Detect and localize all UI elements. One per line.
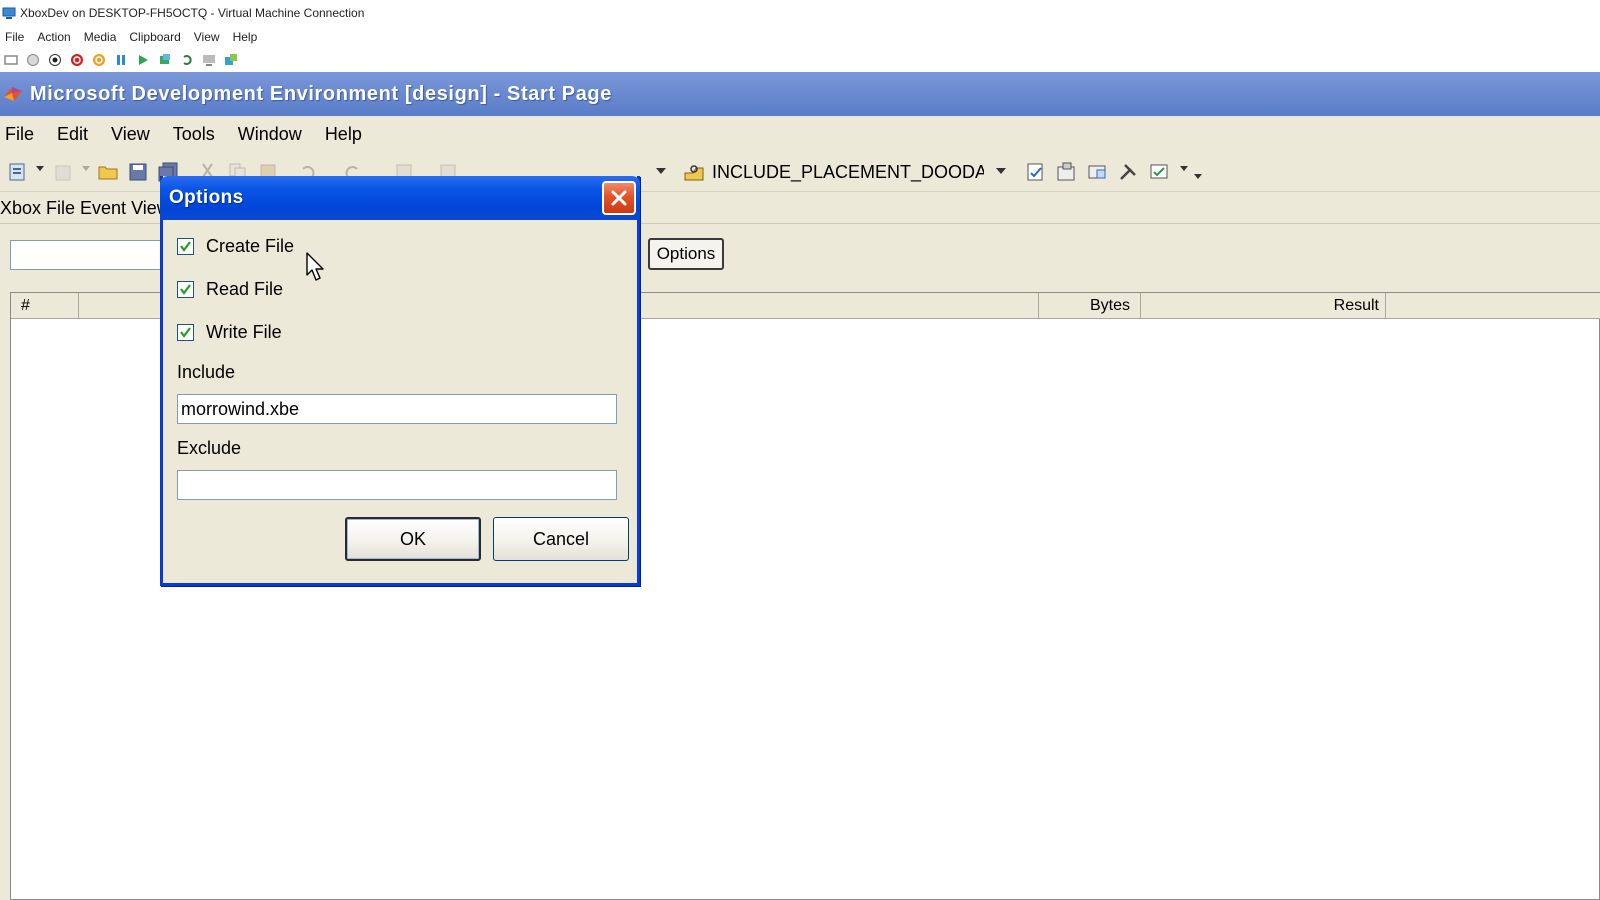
add-item-dropdown-icon[interactable] bbox=[82, 166, 90, 171]
find-combo[interactable]: INCLUDE_PLACEMENT_DOODAD bbox=[712, 158, 1010, 186]
save-state-icon[interactable] bbox=[90, 51, 108, 69]
find-combo-value: INCLUDE_PLACEMENT_DOODAD bbox=[712, 161, 984, 182]
checkmark-icon bbox=[180, 283, 191, 295]
read-file-label: Read File bbox=[206, 278, 284, 299]
options-dialog-title: Options bbox=[169, 187, 244, 208]
enhanced-session-icon[interactable] bbox=[200, 51, 218, 69]
turn-off-icon[interactable] bbox=[46, 51, 64, 69]
ide-menu-edit[interactable]: Edit bbox=[57, 124, 88, 145]
write-file-checkbox[interactable] bbox=[177, 323, 194, 341]
read-file-checkbox[interactable] bbox=[177, 280, 194, 298]
ide-logo-icon bbox=[4, 87, 22, 101]
options-dialog-title-bar[interactable]: Options bbox=[160, 176, 640, 220]
open-folder-icon[interactable] bbox=[96, 160, 120, 184]
close-icon bbox=[611, 190, 627, 206]
shut-down-icon[interactable] bbox=[68, 51, 86, 69]
create-file-label: Create File bbox=[206, 235, 295, 256]
document-tab-event-view[interactable]: Xbox File Event View bbox=[0, 193, 170, 223]
include-label: Include bbox=[177, 362, 236, 382]
checkmark-icon bbox=[180, 326, 191, 338]
vm-title-bar: XboxDev on DESKTOP-FH5OCTQ - Virtual Mac… bbox=[0, 0, 1600, 26]
create-file-option[interactable]: Create File bbox=[177, 234, 294, 258]
ide-title: Microsoft Development Environment [desig… bbox=[30, 82, 612, 105]
ide-title-bar: Microsoft Development Environment [desig… bbox=[0, 72, 1600, 116]
class-view-icon[interactable] bbox=[1148, 160, 1172, 184]
ide-menu-help[interactable]: Help bbox=[325, 124, 362, 145]
vm-menu-action[interactable]: Action bbox=[32, 30, 78, 44]
cancel-button[interactable]: Cancel bbox=[493, 517, 629, 561]
vm-menu-view[interactable]: View bbox=[189, 30, 228, 44]
ctrl-alt-del-icon[interactable] bbox=[2, 51, 20, 69]
pause-icon[interactable] bbox=[112, 51, 130, 69]
column-bytes[interactable]: Bytes bbox=[1039, 293, 1141, 319]
vm-menu-clipboard[interactable]: Clipboard bbox=[124, 30, 188, 44]
ide-menu-view[interactable]: View bbox=[111, 124, 150, 145]
revert-icon[interactable] bbox=[178, 51, 196, 69]
options-dialog: Options Create File Read File Write File… bbox=[160, 176, 640, 586]
options-dialog-body: Create File Read File Write File Include… bbox=[163, 220, 637, 583]
checkpoint-icon[interactable] bbox=[156, 51, 174, 69]
toolbar-options-icon[interactable] bbox=[1194, 174, 1202, 179]
exclude-input[interactable] bbox=[177, 470, 617, 500]
create-file-checkbox[interactable] bbox=[177, 237, 194, 255]
save-icon[interactable] bbox=[126, 160, 150, 184]
write-file-option[interactable]: Write File bbox=[177, 320, 282, 344]
write-file-label: Write File bbox=[206, 321, 282, 342]
solution-explorer-icon[interactable] bbox=[1024, 160, 1048, 184]
new-project-icon[interactable] bbox=[6, 160, 30, 184]
ide-menu-tools[interactable]: Tools bbox=[173, 124, 215, 145]
vm-menu-media[interactable]: Media bbox=[79, 30, 125, 44]
vm-toolbar bbox=[0, 48, 1600, 72]
vm-menu-file[interactable]: File bbox=[0, 30, 32, 44]
options-button[interactable]: Options bbox=[648, 238, 724, 270]
tools-icon[interactable] bbox=[1116, 160, 1140, 184]
find-in-files-icon[interactable] bbox=[682, 160, 706, 184]
vm-connection-icon bbox=[2, 7, 16, 19]
read-file-option[interactable]: Read File bbox=[177, 277, 283, 301]
close-button[interactable] bbox=[602, 181, 636, 215]
ide-menu-window[interactable]: Window bbox=[238, 124, 302, 145]
filter-input[interactable] bbox=[10, 240, 180, 270]
vm-title: XboxDev on DESKTOP-FH5OCTQ - Virtual Mac… bbox=[20, 6, 365, 20]
solution-config-dropdown-icon[interactable] bbox=[656, 168, 666, 174]
include-input[interactable]: morrowind.xbe bbox=[177, 394, 617, 424]
new-project-dropdown-icon[interactable] bbox=[36, 166, 44, 171]
document-tab-label: Xbox File Event View bbox=[0, 197, 170, 218]
exclude-label: Exclude bbox=[177, 438, 242, 458]
vm-menu-help[interactable]: Help bbox=[228, 30, 266, 44]
mouse-cursor-icon bbox=[306, 252, 324, 281]
share-icon[interactable] bbox=[222, 51, 240, 69]
properties-icon[interactable] bbox=[1054, 160, 1078, 184]
screen: XboxDev on DESKTOP-FH5OCTQ - Virtual Mac… bbox=[0, 0, 1600, 900]
vm-menu-bar: File Action Media Clipboard View Help bbox=[0, 26, 1600, 48]
ide-menu-file[interactable]: File bbox=[5, 124, 34, 145]
add-item-icon[interactable] bbox=[52, 160, 76, 184]
ide-menu-bar: File Edit View Tools Window Help bbox=[0, 116, 1600, 152]
toolbox-icon[interactable] bbox=[1086, 160, 1110, 184]
checkmark-icon bbox=[180, 240, 191, 252]
column-result[interactable]: Result bbox=[1141, 293, 1386, 319]
class-view-dropdown-icon[interactable] bbox=[1180, 166, 1188, 171]
resume-icon[interactable] bbox=[134, 51, 152, 69]
ok-button[interactable]: OK bbox=[345, 517, 481, 561]
column-number[interactable]: # bbox=[11, 293, 79, 319]
start-icon[interactable] bbox=[24, 51, 42, 69]
find-combo-dropdown-icon[interactable] bbox=[996, 168, 1006, 174]
